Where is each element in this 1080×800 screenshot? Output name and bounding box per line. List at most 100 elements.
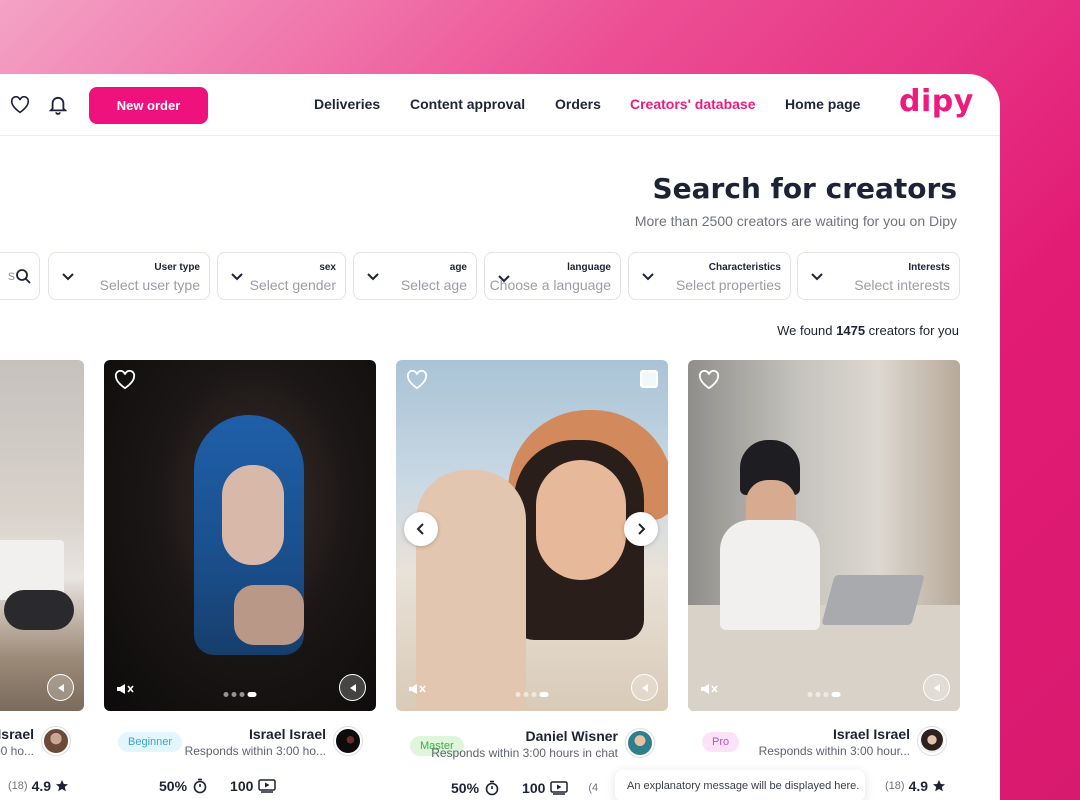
video-icon [258, 779, 277, 793]
chevron-down-icon [811, 273, 823, 281]
search-filter[interactable]: s [0, 252, 40, 300]
app-panel: New order Deliveries Content approval Or… [0, 74, 1000, 800]
avatar[interactable] [626, 729, 654, 757]
age-label: age [449, 262, 467, 273]
next-arrow-button[interactable] [624, 512, 658, 546]
creator-media[interactable] [104, 360, 376, 711]
carousel-dots [515, 692, 549, 697]
bell-icon[interactable] [47, 94, 69, 116]
dipy-logo[interactable]: dipy [899, 84, 974, 119]
top-nav: New order Deliveries Content approval Or… [0, 74, 1000, 136]
avatar[interactable] [334, 727, 362, 755]
results-prefix: We found [777, 323, 833, 338]
creator-card[interactable]: Pro Israel Israel Responds within 3:00 h… [688, 360, 960, 800]
level-badge: Pro [702, 732, 740, 752]
figure-shape [4, 590, 74, 630]
chevron-down-icon [642, 273, 654, 281]
carousel-dots [223, 692, 257, 697]
videos-value: 100 [230, 778, 254, 794]
creator-response: Responds within 3:00 hour... [758, 744, 910, 758]
results-number: 1475 [836, 323, 866, 338]
star-icon [933, 780, 946, 792]
percent-value: 50% [451, 780, 480, 796]
percent-value: 50% [159, 778, 188, 794]
creator-media[interactable] [688, 360, 960, 711]
chevron-down-icon [62, 273, 74, 281]
carousel-dots [807, 692, 841, 697]
creator-card[interactable]: Beginner Israel Israel Responds within 3… [104, 360, 376, 800]
creator-rating: (18) 4.9 [8, 776, 69, 796]
mute-icon[interactable] [698, 682, 720, 696]
interests-value: Select interests [854, 277, 950, 293]
creator-name[interactable]: Israel Israel [833, 726, 910, 742]
select-checkbox[interactable] [640, 370, 658, 388]
nav-content-approval[interactable]: Content approval [410, 96, 525, 112]
favorite-heart-icon[interactable] [698, 369, 720, 392]
avatar[interactable] [42, 727, 70, 755]
nav-home-page[interactable]: Home page [785, 96, 860, 112]
creator-photo [0, 360, 84, 711]
mute-icon[interactable] [114, 682, 136, 696]
play-button[interactable] [47, 674, 74, 701]
user-type-value: Select user type [99, 277, 200, 293]
language-value: Choose a language [489, 277, 611, 293]
mute-icon[interactable] [406, 682, 428, 696]
rating-value: 4.9 [908, 778, 929, 794]
creator-name[interactable]: Israel [0, 726, 34, 742]
creator-name[interactable]: Daniel Wisner [526, 728, 618, 744]
creator-stats: 50% 100 [159, 776, 277, 796]
play-icon [641, 683, 648, 692]
nav-deliveries[interactable]: Deliveries [314, 96, 380, 112]
creator-response: Responds within 3:00 ho... [184, 744, 326, 758]
avatar[interactable] [918, 727, 946, 755]
user-type-select[interactable]: User type Select user type [48, 252, 210, 300]
play-button[interactable] [631, 674, 658, 701]
creator-media[interactable] [0, 360, 84, 711]
user-type-label: User type [154, 262, 200, 273]
language-select[interactable]: language Choose a language [484, 252, 621, 300]
prev-arrow-button[interactable] [404, 512, 438, 546]
nav-orders[interactable]: Orders [555, 96, 601, 112]
age-value: Select age [400, 277, 467, 293]
creator-media[interactable] [396, 360, 668, 711]
video-icon [550, 781, 569, 795]
creator-card[interactable]: Master Daniel Wisner Responds within 3:0… [396, 360, 668, 800]
characteristics-label: Characteristics [708, 262, 781, 273]
timer-icon [485, 780, 499, 796]
creator-rating: (18) 4.9 [885, 776, 946, 796]
play-button[interactable] [923, 674, 950, 701]
nav-creators-database[interactable]: Creators' database [630, 96, 756, 112]
favorite-heart-icon[interactable] [406, 369, 428, 392]
search-input-value[interactable]: s [8, 267, 15, 283]
search-icon[interactable] [15, 268, 31, 284]
face-shape [536, 460, 626, 580]
creator-name[interactable]: Israel Israel [249, 726, 326, 742]
interests-select[interactable]: Interests Select interests [797, 252, 960, 300]
level-badge: Beginner [118, 732, 183, 752]
chevron-right-icon [638, 523, 646, 535]
rating-count: (4 [588, 782, 599, 794]
creator-response: Responds within 3:00 ho... [0, 744, 34, 758]
rating-count: (18) [8, 780, 28, 792]
page-subtitle: More than 2500 creators are waiting for … [634, 213, 957, 229]
heart-icon[interactable] [9, 94, 31, 116]
interests-label: Interests [908, 262, 950, 273]
age-select[interactable]: age Select age [353, 252, 477, 300]
shirt-shape [720, 520, 820, 630]
gender-value: Select gender [249, 277, 336, 293]
characteristics-value: Select properties [675, 277, 781, 293]
rating-count: (18) [885, 780, 905, 792]
favorite-heart-icon[interactable] [114, 369, 136, 392]
play-button[interactable] [339, 674, 366, 701]
play-icon [349, 683, 356, 692]
new-order-button[interactable]: New order [89, 87, 208, 124]
play-icon [933, 683, 940, 692]
page-title: Search for creators [652, 172, 958, 205]
gender-select[interactable]: sex Select gender [217, 252, 346, 300]
face-shape [222, 465, 284, 565]
tooltip: An explanatory message will be displayed… [615, 770, 865, 800]
characteristics-select[interactable]: Characteristics Select properties [628, 252, 791, 300]
creator-card[interactable]: Israel Responds within 3:00 ho... (18) 4… [0, 360, 84, 800]
rating-value: 4.9 [31, 778, 52, 794]
play-icon [57, 683, 64, 692]
